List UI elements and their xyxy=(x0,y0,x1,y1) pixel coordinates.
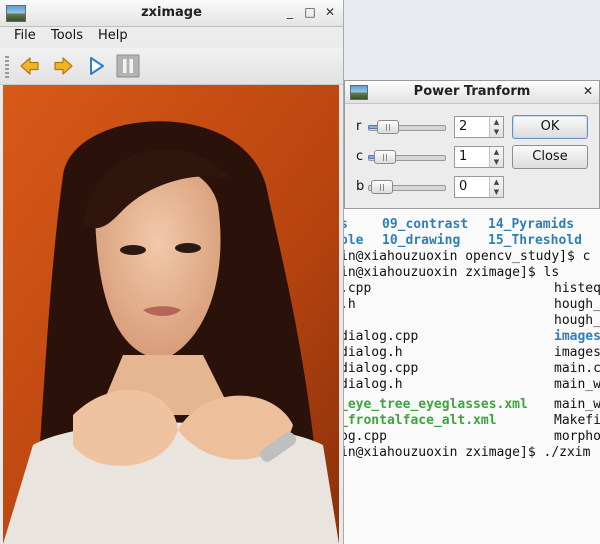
zximage-window: zximage _ □ ✕ File Tools Help xyxy=(0,0,344,544)
terminal-line: in@xiahouzuoxin zximage]$ ./zxim xyxy=(340,445,600,461)
slider-handle[interactable] xyxy=(371,180,393,194)
terminal-text: hough_ xyxy=(554,297,600,312)
spin-down-icon: ▼ xyxy=(493,158,500,166)
play-icon xyxy=(90,57,104,75)
terminal-text: dialog.cpp xyxy=(340,329,419,344)
terminal-text: histeq xyxy=(554,281,600,296)
slider-handle[interactable] xyxy=(374,150,396,164)
terminal-line: in@xiahouzuoxin zximage]$ ls xyxy=(340,265,600,281)
spinbox-r[interactable]: 2 ▲ ▼ xyxy=(454,116,504,138)
spinbox-arrows[interactable]: ▲ ▼ xyxy=(489,147,503,167)
terminal-text: images xyxy=(554,329,600,344)
terminal-text: 15_Threshold xyxy=(488,233,582,248)
terminal-line: hough_ xyxy=(340,313,600,329)
terminal-text: in@xiahouzuoxin zximage]$ ./zxim xyxy=(340,445,591,460)
terminal-text: dialog.h xyxy=(340,345,403,360)
terminal-line: dialog.h images xyxy=(340,345,600,361)
menu-help[interactable]: Help xyxy=(98,28,128,43)
forward-button[interactable] xyxy=(51,54,75,78)
terminal-text: hough_ xyxy=(554,313,600,328)
back-button[interactable] xyxy=(18,54,42,78)
pause-icon xyxy=(116,54,140,78)
spin-up-icon: ▲ xyxy=(493,148,500,156)
back-arrow-icon xyxy=(20,57,39,75)
spinbox-value: 1 xyxy=(459,149,468,164)
terminal-line: dialog.h main_w xyxy=(340,377,600,393)
desktop-background xyxy=(340,0,600,82)
displayed-image xyxy=(3,85,339,544)
terminal-text: 09_contrast xyxy=(382,217,469,232)
power-transform-dialog: Power Tranform ✕ r 2 ▲ ▼ c 1 ▲ ▼ b 0 ▲ ▼ OK… xyxy=(344,80,600,209)
minimize-button[interactable]: _ xyxy=(282,4,298,20)
terminal-line: in@xiahouzuoxin opencv_study]$ c xyxy=(340,249,600,265)
close-button[interactable]: ✕ xyxy=(322,4,338,20)
spinbox-arrows[interactable]: ▲ ▼ xyxy=(489,177,503,197)
terminal-line: s 09_contrast 14_Pyramids xyxy=(340,217,600,233)
spinbox-value: 0 xyxy=(459,179,468,194)
slider-b[interactable] xyxy=(368,180,446,194)
terminal-text: morpho xyxy=(554,429,600,444)
toolbar-grip[interactable] xyxy=(5,56,9,78)
terminal-text: Makefi xyxy=(554,413,600,428)
pause-button[interactable] xyxy=(116,54,140,78)
spin-down-icon: ▼ xyxy=(493,128,500,136)
terminal-text: dialog.cpp xyxy=(340,361,419,376)
terminal-text: main_w xyxy=(554,397,600,412)
toolbar xyxy=(0,48,343,85)
terminal-text: _eye_tree_eyeglasses.xml xyxy=(340,397,528,412)
slider-c[interactable] xyxy=(368,150,446,164)
menu-tools[interactable]: Tools xyxy=(51,28,83,43)
portrait-photo xyxy=(3,85,339,544)
menu-bar: File Tools Help xyxy=(0,27,343,47)
terminal-line: .cpp histeq xyxy=(340,281,600,297)
terminal-line: .h hough_ xyxy=(340,297,600,313)
dialog-close-button[interactable]: ✕ xyxy=(581,84,595,98)
param-label-c: c xyxy=(356,149,364,164)
terminal-line: _frontalface_alt.xml Makefi xyxy=(340,413,600,429)
terminal-line: dialog.cpp main.c xyxy=(340,361,600,377)
slider-handle[interactable] xyxy=(377,120,399,134)
terminal-text: in@xiahouzuoxin opencv_study]$ c xyxy=(340,249,591,264)
forward-arrow-icon xyxy=(54,57,73,75)
spinbox-value: 2 xyxy=(459,119,468,134)
terminal-text: 10_drawing xyxy=(382,233,461,248)
close-dialog-button[interactable]: Close xyxy=(512,145,588,169)
terminal-line: dialog.cpp images xyxy=(340,329,600,345)
spinbox-arrows[interactable]: ▲ ▼ xyxy=(489,117,503,137)
window-titlebar[interactable]: zximage _ □ ✕ xyxy=(0,0,343,27)
dialog-title: Power Tranform xyxy=(413,84,531,99)
terminal-text: .cpp xyxy=(340,281,372,296)
spin-up-icon: ▲ xyxy=(493,178,500,186)
maximize-button[interactable]: □ xyxy=(302,4,318,20)
menu-file[interactable]: File xyxy=(14,28,36,43)
param-label-b: b xyxy=(356,179,365,194)
dialog-titlebar[interactable]: Power Tranform ✕ xyxy=(345,81,599,104)
terminal-text: dialog.h xyxy=(340,377,403,392)
terminal-text: main.c xyxy=(554,361,600,376)
spinbox-b[interactable]: 0 ▲ ▼ xyxy=(454,176,504,198)
terminal-line: og.cpp morpho xyxy=(340,429,600,445)
spin-down-icon: ▼ xyxy=(493,188,500,196)
terminal-text: 14_Pyramids xyxy=(488,217,575,232)
terminal-text: main_w xyxy=(554,377,600,392)
terminal-text: images xyxy=(554,345,600,360)
terminal-text: in@xiahouzuoxin zximage]$ ls xyxy=(340,265,560,280)
spinbox-c[interactable]: 1 ▲ ▼ xyxy=(454,146,504,168)
spin-up-icon: ▲ xyxy=(493,118,500,126)
terminal-line: ole 10_drawing 15_Threshold xyxy=(340,233,600,249)
terminal-text: og.cpp xyxy=(340,429,387,444)
play-button[interactable] xyxy=(84,54,108,78)
ok-button[interactable]: OK xyxy=(512,115,588,139)
terminal-line: _eye_tree_eyeglasses.xml main_w xyxy=(340,397,600,413)
slider-r[interactable] xyxy=(368,120,446,134)
param-label-r: r xyxy=(356,119,362,134)
terminal-text: _frontalface_alt.xml xyxy=(340,413,497,428)
